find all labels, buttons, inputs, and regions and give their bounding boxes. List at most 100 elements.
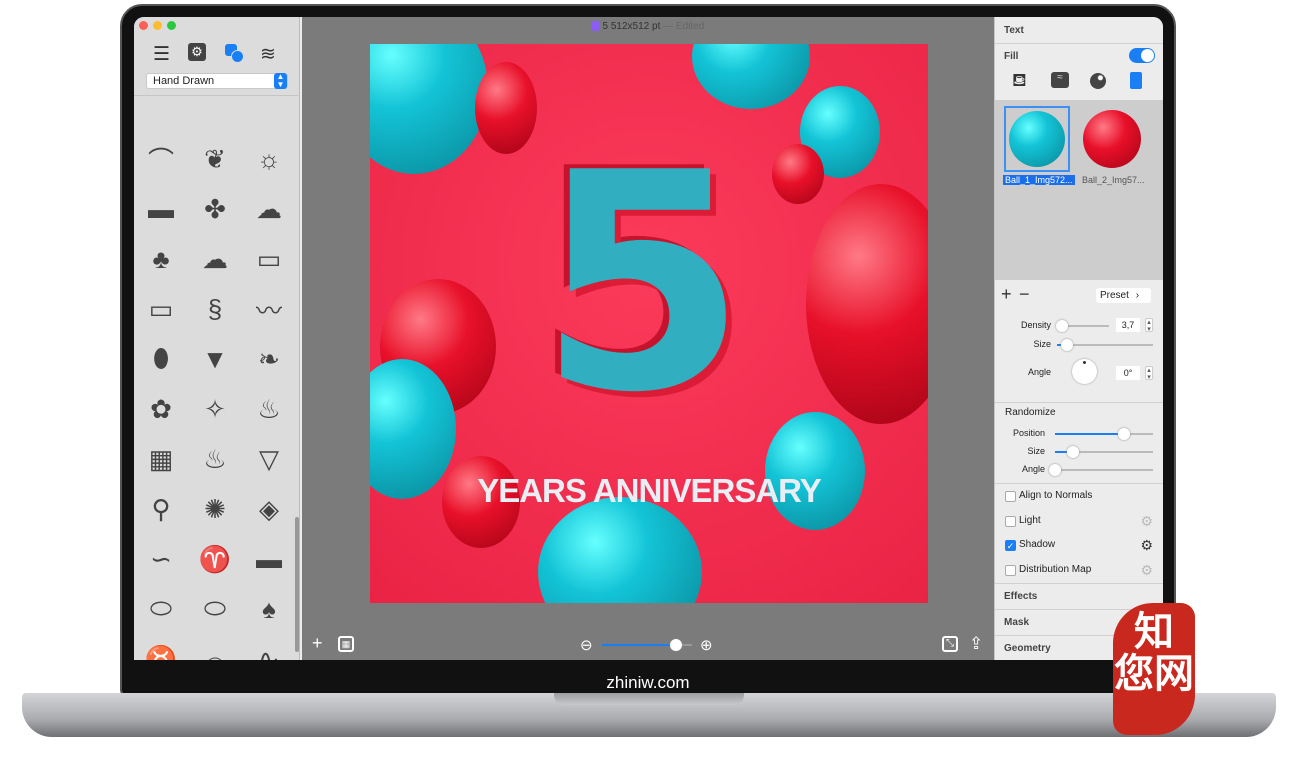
shape-ribbon-3[interactable]: ▬ [249, 544, 289, 574]
fullscreen-icon[interactable]: ⤡ [942, 636, 958, 652]
shapes-icon[interactable] [225, 44, 245, 64]
position-label: Position [1012, 428, 1045, 438]
angle-dial[interactable] [1072, 359, 1097, 384]
zoom-in-icon[interactable]: ⊕ [700, 636, 713, 654]
shape-ice-cream[interactable]: ▼ [195, 344, 235, 374]
laptop-notch [554, 693, 744, 705]
shape-swirl[interactable]: § [195, 294, 235, 324]
shape-floral[interactable]: ❦ [195, 144, 235, 174]
shape-cherries[interactable]: ♈ [195, 544, 235, 574]
shape-oval-badge[interactable]: ⬭ [141, 593, 181, 624]
random-angle-slider[interactable] [1049, 464, 1153, 476]
scrollbar[interactable] [295, 517, 299, 652]
checkbox[interactable] [1005, 491, 1016, 502]
zoom-slider[interactable] [602, 639, 692, 651]
section-geometry[interactable]: Geometry [1004, 643, 1051, 654]
shape-flower[interactable]: ✿ [141, 394, 181, 424]
shape-ice-cream-2[interactable]: ▽ [249, 444, 289, 474]
zoom-out-icon[interactable]: ⊖ [580, 636, 593, 654]
angle-label: Angle [1027, 367, 1051, 377]
add-material-icon[interactable]: + [1001, 284, 1012, 305]
close-button[interactable] [139, 21, 148, 30]
gear-icon[interactable]: ⚙ [1140, 562, 1153, 579]
material-name: Ball_2_Img57... [1082, 175, 1145, 185]
random-size-slider[interactable] [1055, 446, 1153, 458]
number-five: 5 [538, 109, 747, 458]
shape-sock[interactable]: ♉ [141, 644, 181, 661]
left-panel: ☰ ⚙ ≋ Hand Drawn ▲ ▼ ⌒ ❦ ☼ ▬ ✤ ☁ ♣ ☁ ▭ ▭ § 〰 ⬮ ▼ ❧ ✿ ✧ ♨ ▦ ♨ ▽… [134, 17, 300, 660]
shape-frame[interactable]: ▭ [249, 244, 289, 274]
shape-swirl-2[interactable]: ∽ [141, 544, 181, 574]
watermark-seal: 知您网 [1113, 603, 1195, 735]
density-slider[interactable] [1056, 320, 1109, 332]
material-well: Ball_1_Img572... Ball_2_Img57... [995, 100, 1163, 280]
gear-icon[interactable]: ⚙ [1140, 513, 1153, 530]
gear-icon[interactable]: ⚙ [188, 43, 206, 61]
shape-ribbon-2[interactable]: 〰 [249, 294, 289, 326]
shape-banner[interactable]: ▬ [141, 194, 181, 224]
section-text[interactable]: Text [1004, 25, 1024, 36]
paint-bucket-icon[interactable]: ⛾ [1012, 70, 1027, 94]
material-item[interactable] [1083, 110, 1141, 168]
inspector-panel: Text Fill ⛾ ≈ Ball_1_Img572... Ball_2_Im… [994, 17, 1163, 660]
random-position-slider[interactable] [1055, 428, 1153, 440]
shape-brush-stroke[interactable]: ∿ [249, 644, 289, 661]
minimize-button[interactable] [153, 21, 162, 30]
shape-leaf[interactable]: ❧ [249, 344, 289, 374]
option-label: Align to Normals [1019, 490, 1093, 501]
checkbox[interactable]: ✓ [1005, 540, 1016, 551]
wave-pattern-icon[interactable]: ≈ [1051, 72, 1069, 88]
balloon [538, 497, 702, 603]
checkbox[interactable] [1005, 515, 1016, 527]
shape-diamond-burst[interactable]: ◈ [249, 494, 289, 524]
spray-can-icon[interactable] [1130, 72, 1142, 89]
density-label: Density [1020, 320, 1051, 330]
shape-tree-2[interactable]: ♠ [249, 594, 289, 624]
density-stepper[interactable]: ▴ ▾ [1145, 318, 1153, 333]
shape-speech-bubble[interactable]: ▭ [141, 294, 181, 324]
shape-oval-badge-2[interactable]: ⬭ [195, 593, 235, 624]
shape-ribbon[interactable]: ⌒ [141, 144, 181, 176]
material-item-selected[interactable] [1004, 106, 1070, 172]
shape-bicycle[interactable]: ⚲ [141, 494, 181, 524]
shape-cloud-badge[interactable]: ☁ [249, 194, 289, 224]
shape-tree[interactable]: ♣ [141, 244, 181, 274]
shape-cloud[interactable]: ☁ [195, 244, 235, 274]
section-mask[interactable]: Mask [1004, 617, 1029, 628]
shape-label[interactable]: ⬮ [141, 343, 181, 374]
share-icon[interactable]: ⇪ [969, 634, 983, 654]
artwork[interactable]: 5 YEARS ANNIVERSARY [370, 44, 928, 603]
slider-knob [1049, 464, 1061, 476]
canvas-area: 5 512x512 pt — Edited 5 YEARS ANNIVERSAR… [302, 17, 994, 660]
category-select[interactable]: Hand Drawn ▲ ▼ [146, 73, 288, 89]
list-icon[interactable]: ☰ [153, 43, 170, 66]
shape-stamp[interactable]: ▦ [141, 444, 181, 474]
size-slider[interactable] [1057, 339, 1153, 351]
option-label: Shadow [1019, 539, 1056, 550]
balloon [806, 184, 928, 424]
preset-button[interactable]: Preset › [1096, 288, 1151, 303]
window-title: 5 512x512 pt — Edited [302, 21, 994, 32]
add-icon[interactable]: + [312, 633, 323, 654]
layers-icon[interactable]: ≋ [260, 43, 276, 66]
gear-icon[interactable]: ⚙ [1140, 537, 1153, 554]
grid-icon[interactable]: ▦ [338, 636, 354, 652]
slider-fill [1055, 433, 1124, 435]
shape-scribble[interactable]: ✺ [195, 494, 235, 524]
category-value: Hand Drawn [153, 75, 215, 87]
shape-cupcake-2[interactable]: ♨ [195, 444, 235, 474]
sphere-icon[interactable] [1090, 73, 1106, 89]
remove-material-icon[interactable]: − [1019, 284, 1030, 305]
density-field[interactable]: 3,7 [1116, 318, 1140, 332]
section-effects[interactable]: Effects [1004, 591, 1037, 602]
checkbox[interactable] [1005, 564, 1016, 576]
angle-stepper[interactable]: ▴ ▾ [1145, 366, 1153, 381]
shape-pennant[interactable]: ⌓ [195, 643, 235, 660]
angle-field[interactable]: 0° [1116, 366, 1140, 380]
fill-toggle[interactable] [1129, 48, 1155, 63]
shape-sunburst[interactable]: ☼ [249, 144, 289, 174]
shape-candy[interactable]: ✧ [195, 394, 235, 424]
shape-cupcake[interactable]: ♨ [249, 394, 289, 424]
shape-branch[interactable]: ✤ [195, 194, 235, 224]
zoom-button[interactable] [167, 21, 176, 30]
